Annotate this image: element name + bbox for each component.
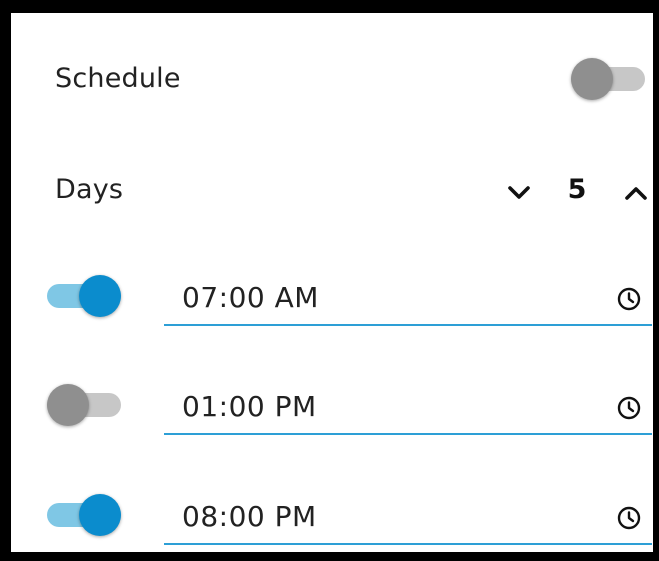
time-3-field[interactable]: 08:00 PM — [164, 493, 652, 545]
days-value: 5 — [567, 174, 587, 205]
time-3-toggle-knob — [79, 494, 121, 536]
schedule-panel: Schedule Days 5 07:00 AM 01:00 PM 08:00 … — [0, 0, 659, 561]
time-3-value: 08:00 PM — [182, 500, 317, 533]
clock-icon[interactable] — [616, 395, 642, 421]
schedule-label: Schedule — [55, 63, 181, 94]
clock-icon[interactable] — [616, 505, 642, 531]
chevron-down-icon — [508, 186, 530, 199]
time-2-value: 01:00 PM — [182, 390, 317, 423]
time-2-toggle[interactable] — [47, 384, 121, 426]
time-1-value: 07:00 AM — [182, 281, 319, 314]
days-decrement-button[interactable] — [504, 178, 534, 208]
time-2-field[interactable]: 01:00 PM — [164, 383, 652, 435]
time-1-field[interactable]: 07:00 AM — [164, 274, 652, 326]
clock-icon[interactable] — [616, 286, 642, 312]
schedule-toggle[interactable] — [571, 58, 645, 100]
days-increment-button[interactable] — [621, 178, 651, 208]
time-2-toggle-knob — [47, 384, 89, 426]
time-1-toggle[interactable] — [47, 275, 121, 317]
time-3-toggle[interactable] — [47, 494, 121, 536]
chevron-up-icon — [625, 187, 647, 200]
time-1-toggle-knob — [79, 275, 121, 317]
days-label: Days — [55, 174, 124, 205]
schedule-toggle-knob — [571, 58, 613, 100]
